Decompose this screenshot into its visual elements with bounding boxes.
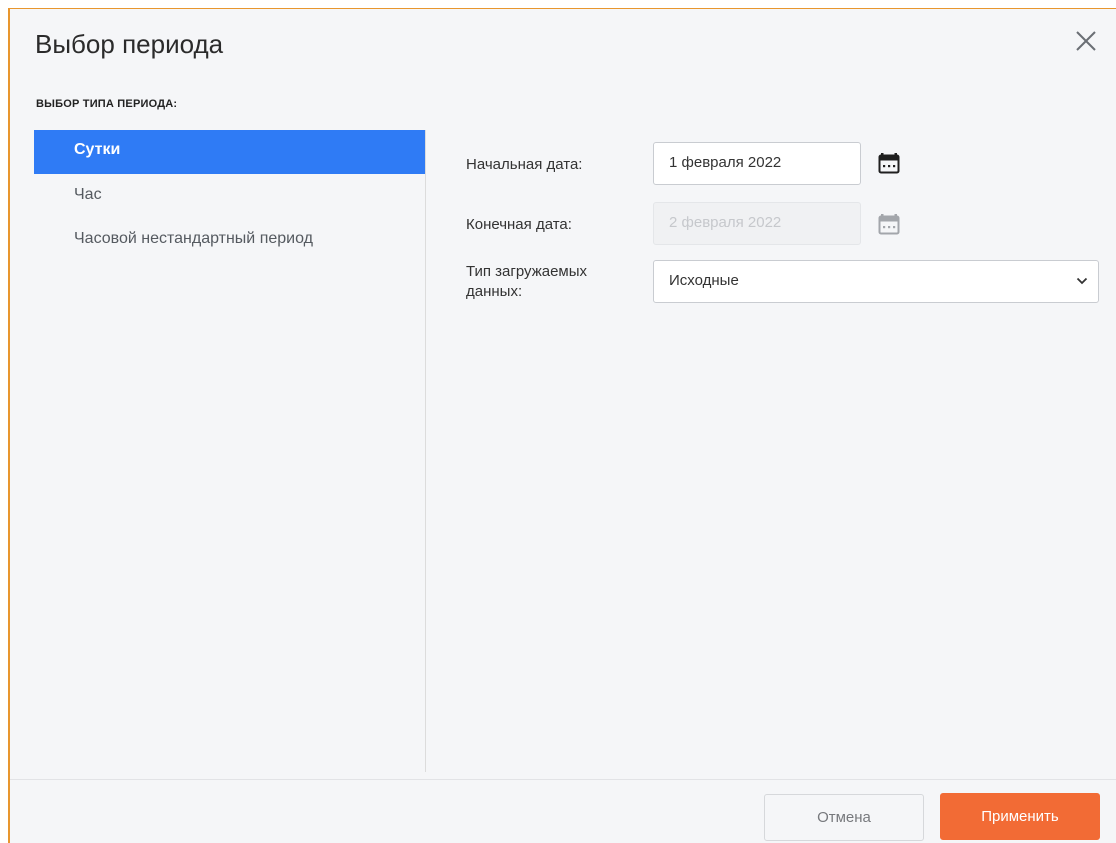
data-type-label-line: данных: xyxy=(466,283,523,300)
data-type-select-value: Исходные xyxy=(669,272,739,289)
footer-divider xyxy=(10,779,1116,780)
data-type-label-line: Тип загружаемых xyxy=(466,263,588,280)
period-item-custom-hourly[interactable]: Часовой нестандартный период xyxy=(34,218,425,262)
period-item-label: Час xyxy=(74,186,102,203)
period-item-hour[interactable]: Час xyxy=(34,174,425,218)
calendar-icon[interactable] xyxy=(878,151,900,175)
start-date-input[interactable]: 1 февраля 2022 xyxy=(653,142,861,185)
period-item-day[interactable]: Сутки xyxy=(34,130,425,174)
calendar-icon xyxy=(878,212,900,236)
data-type-select[interactable]: Исходные xyxy=(653,260,1099,303)
chevron-down-icon xyxy=(1076,277,1088,285)
close-icon[interactable] xyxy=(1072,27,1100,55)
end-date-input[interactable]: 2 февраля 2022 xyxy=(653,202,861,245)
start-date-label: Начальная дата: xyxy=(466,156,583,173)
end-date-label: Конечная дата: xyxy=(466,216,572,233)
apply-button[interactable]: Применить xyxy=(940,793,1100,840)
period-dialog: Выбор периода ВЫБОР ТИПА ПЕРИОДА: Сутки … xyxy=(8,8,1116,843)
period-type-heading: ВЫБОР ТИПА ПЕРИОДА: xyxy=(36,98,178,110)
period-item-label: Часовой нестандартный период xyxy=(74,230,313,247)
period-item-label: Сутки xyxy=(74,141,121,158)
period-type-list: Сутки Час Часовой нестандартный период xyxy=(34,130,426,772)
cancel-button[interactable]: Отмена xyxy=(764,794,924,841)
dialog-title: Выбор периода xyxy=(35,29,224,59)
data-type-label: Тип загружаемых данных: xyxy=(466,262,587,302)
